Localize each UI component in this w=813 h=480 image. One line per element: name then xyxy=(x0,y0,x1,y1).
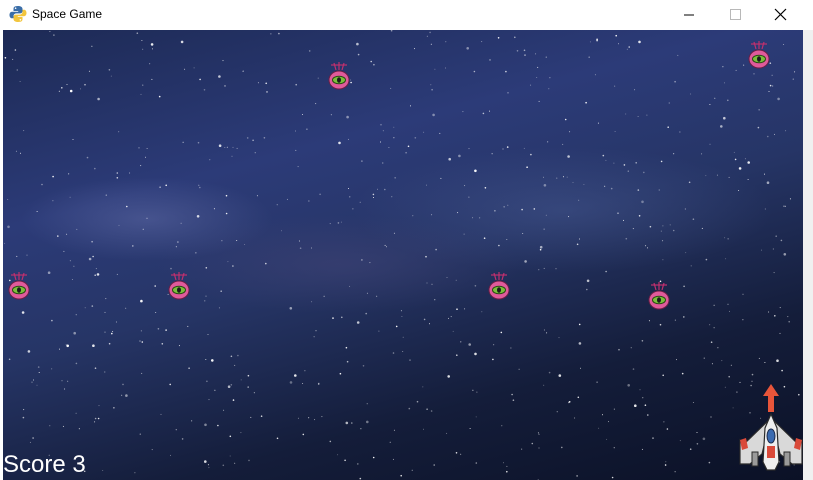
alien-enemy-icon xyxy=(748,41,770,69)
maximize-icon xyxy=(730,9,741,20)
alien-enemy-icon xyxy=(328,62,350,90)
window-edge xyxy=(803,30,813,480)
python-icon xyxy=(9,6,27,22)
title-bar[interactable]: Space Game xyxy=(0,0,813,30)
spaceship-icon xyxy=(739,384,803,471)
game-window: Space Game Score 3 xyxy=(0,0,813,480)
alien-enemy-icon xyxy=(8,272,30,300)
maximize-button[interactable] xyxy=(712,0,758,30)
alien-enemy-icon xyxy=(168,272,190,300)
close-button[interactable] xyxy=(758,0,804,30)
close-icon xyxy=(774,8,787,21)
minimize-icon xyxy=(684,14,694,16)
minimize-button[interactable] xyxy=(666,0,712,30)
alien-enemy-icon xyxy=(488,272,510,300)
window-title: Space Game xyxy=(32,7,103,21)
bullet-arrow-icon xyxy=(763,384,779,412)
score-label: Score 3 xyxy=(3,451,86,478)
starfield-background xyxy=(4,30,800,480)
alien-enemy-icon xyxy=(648,282,670,310)
game-canvas[interactable]: Score 3 xyxy=(3,30,803,480)
